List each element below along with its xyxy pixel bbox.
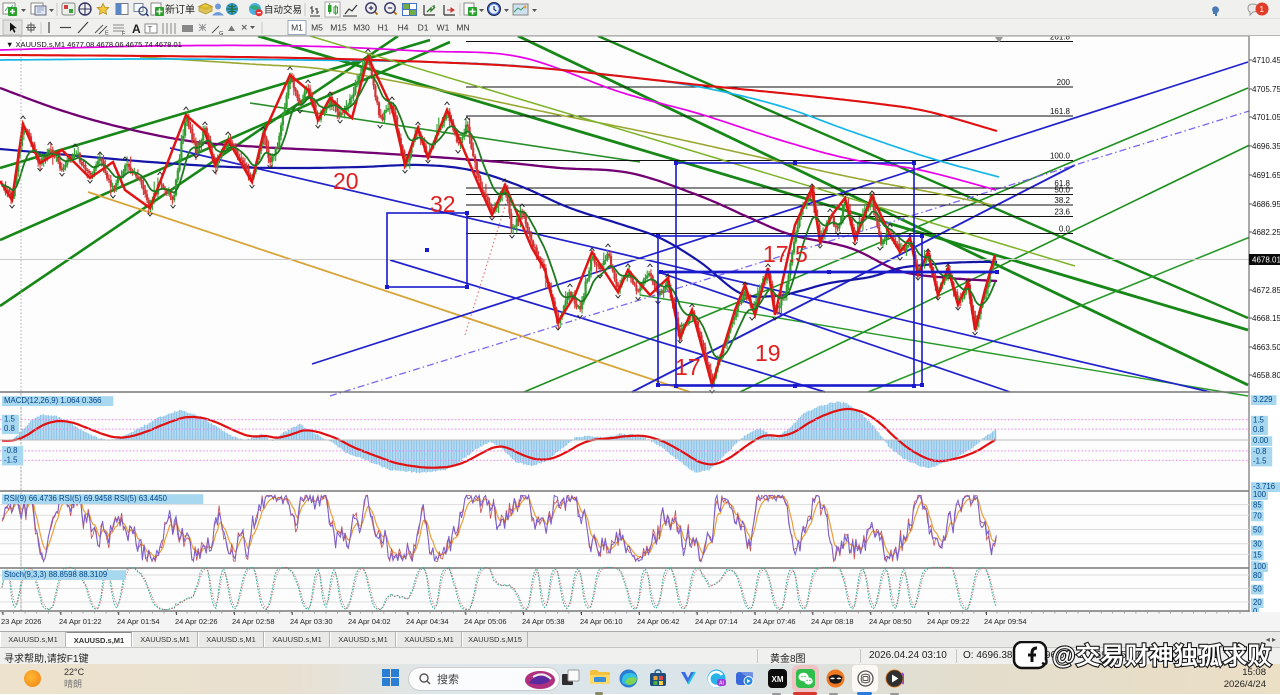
svg-text:-1.5: -1.5 [4, 455, 18, 464]
svg-text:MN: MN [456, 23, 469, 33]
svg-text:MACD(12,26,9) 1.064 0.366: MACD(12,26,9) 1.064 0.366 [4, 396, 102, 405]
svg-text:4686.95: 4686.95 [1252, 200, 1280, 209]
svg-text:24 Apr 07:46: 24 Apr 07:46 [753, 617, 796, 626]
svg-text:XM: XM [772, 675, 784, 684]
svg-text:D1: D1 [418, 23, 429, 33]
svg-text:4701.05: 4701.05 [1252, 113, 1280, 122]
svg-text:自动交易: 自动交易 [264, 4, 302, 16]
svg-text:24 Apr 06:10: 24 Apr 06:10 [580, 617, 623, 626]
svg-text:-0.8: -0.8 [4, 446, 17, 455]
svg-text:4678.01: 4678.01 [1252, 256, 1280, 265]
svg-text:AI: AI [719, 681, 724, 687]
svg-text:24 Apr 05:06: 24 Apr 05:06 [464, 617, 507, 626]
svg-text:23.6: 23.6 [1054, 207, 1070, 216]
svg-text:Stoch(9,3,3) 88.8598 88.3109: Stoch(9,3,3) 88.8598 88.3109 [4, 570, 107, 579]
svg-text:A: A [132, 22, 141, 36]
svg-text:0.8: 0.8 [4, 424, 15, 433]
svg-text:50.0: 50.0 [1054, 185, 1070, 194]
svg-text:23 Apr 2026: 23 Apr 2026 [1, 617, 41, 626]
svg-text:85: 85 [1253, 501, 1262, 510]
svg-text:24 Apr 04:34: 24 Apr 04:34 [406, 617, 449, 626]
svg-text:20: 20 [333, 168, 359, 194]
svg-text:RSI(9) 66.4736 RSI(5) 69.9458: RSI(9) 66.4736 RSI(5) 69.9458 RSI(5) 63.… [4, 494, 168, 503]
svg-text:38.2: 38.2 [1054, 196, 1070, 205]
svg-text:50: 50 [1253, 526, 1262, 535]
svg-text:4705.75: 4705.75 [1252, 85, 1280, 94]
svg-text:24 Apr 06:42: 24 Apr 06:42 [637, 617, 680, 626]
svg-text:100: 100 [1253, 562, 1267, 571]
svg-text:M5: M5 [311, 23, 323, 33]
svg-text:24 Apr 04:02: 24 Apr 04:02 [348, 617, 391, 626]
svg-text:4710.45: 4710.45 [1252, 56, 1280, 65]
svg-text:17.5: 17.5 [763, 241, 808, 267]
svg-text:4663.50: 4663.50 [1252, 343, 1280, 352]
svg-text:100.0: 100.0 [1050, 151, 1071, 160]
svg-text:0.00: 0.00 [1253, 436, 1269, 445]
svg-text:4672.85: 4672.85 [1252, 286, 1280, 295]
svg-text:1.5: 1.5 [1253, 416, 1265, 425]
svg-text:24 Apr 08:18: 24 Apr 08:18 [811, 617, 854, 626]
svg-text:24 Apr 02:58: 24 Apr 02:58 [232, 617, 275, 626]
svg-text:15: 15 [1253, 550, 1262, 559]
svg-text:24 Apr 07:14: 24 Apr 07:14 [695, 617, 738, 626]
svg-text:0.0: 0.0 [1059, 224, 1071, 233]
svg-text:H1: H1 [378, 23, 389, 33]
svg-text:24 Apr 05:38: 24 Apr 05:38 [522, 617, 565, 626]
svg-text:3.229: 3.229 [1253, 395, 1273, 404]
svg-text:24 Apr 01:22: 24 Apr 01:22 [59, 617, 102, 626]
svg-text:24 Apr 01:54: 24 Apr 01:54 [117, 617, 160, 626]
svg-text:24 Apr 08:50: 24 Apr 08:50 [869, 617, 912, 626]
svg-text:1.5: 1.5 [4, 415, 16, 424]
svg-text:4658.80: 4658.80 [1252, 371, 1280, 380]
svg-text:0.8: 0.8 [1253, 425, 1264, 434]
svg-text:新订单: 新订单 [165, 3, 195, 16]
svg-text:70: 70 [1253, 511, 1262, 520]
svg-text:24 Apr 09:54: 24 Apr 09:54 [984, 617, 1027, 626]
svg-text:M15: M15 [330, 23, 347, 33]
svg-text:32: 32 [430, 191, 456, 217]
svg-text:100: 100 [1253, 490, 1267, 499]
svg-text:4696.35: 4696.35 [1252, 142, 1280, 151]
svg-text:200: 200 [1057, 78, 1071, 87]
svg-text:1: 1 [1260, 5, 1265, 14]
svg-text:161.8: 161.8 [1050, 107, 1071, 116]
svg-text:20: 20 [1253, 598, 1262, 607]
svg-text:4668.15: 4668.15 [1252, 314, 1280, 323]
svg-text:24 Apr 02:26: 24 Apr 02:26 [175, 617, 218, 626]
svg-text:-0.8: -0.8 [1253, 447, 1266, 456]
svg-text:30: 30 [1253, 540, 1262, 549]
svg-text:T: T [148, 25, 153, 34]
svg-text:24 Apr 09:22: 24 Apr 09:22 [927, 617, 970, 626]
svg-text:19: 19 [755, 340, 781, 366]
svg-text:▼ XAUUSD.s,M1 4677.08 4678.06: ▼ XAUUSD.s,M1 4677.08 4678.06 4675.74 46… [6, 40, 182, 49]
svg-text:50: 50 [1253, 585, 1262, 594]
svg-text:M1: M1 [291, 23, 303, 33]
svg-text:-1.5: -1.5 [1253, 456, 1267, 465]
svg-text:4682.25: 4682.25 [1252, 228, 1280, 237]
svg-text:W1: W1 [437, 23, 450, 33]
svg-text:261.8: 261.8 [1050, 36, 1071, 41]
svg-text:17: 17 [675, 354, 701, 380]
svg-text:24 Apr 03:30: 24 Apr 03:30 [290, 617, 333, 626]
svg-text:80: 80 [1253, 571, 1262, 580]
svg-text:H4: H4 [398, 23, 409, 33]
svg-text:M30: M30 [353, 23, 370, 33]
svg-text:4691.65: 4691.65 [1252, 171, 1280, 180]
